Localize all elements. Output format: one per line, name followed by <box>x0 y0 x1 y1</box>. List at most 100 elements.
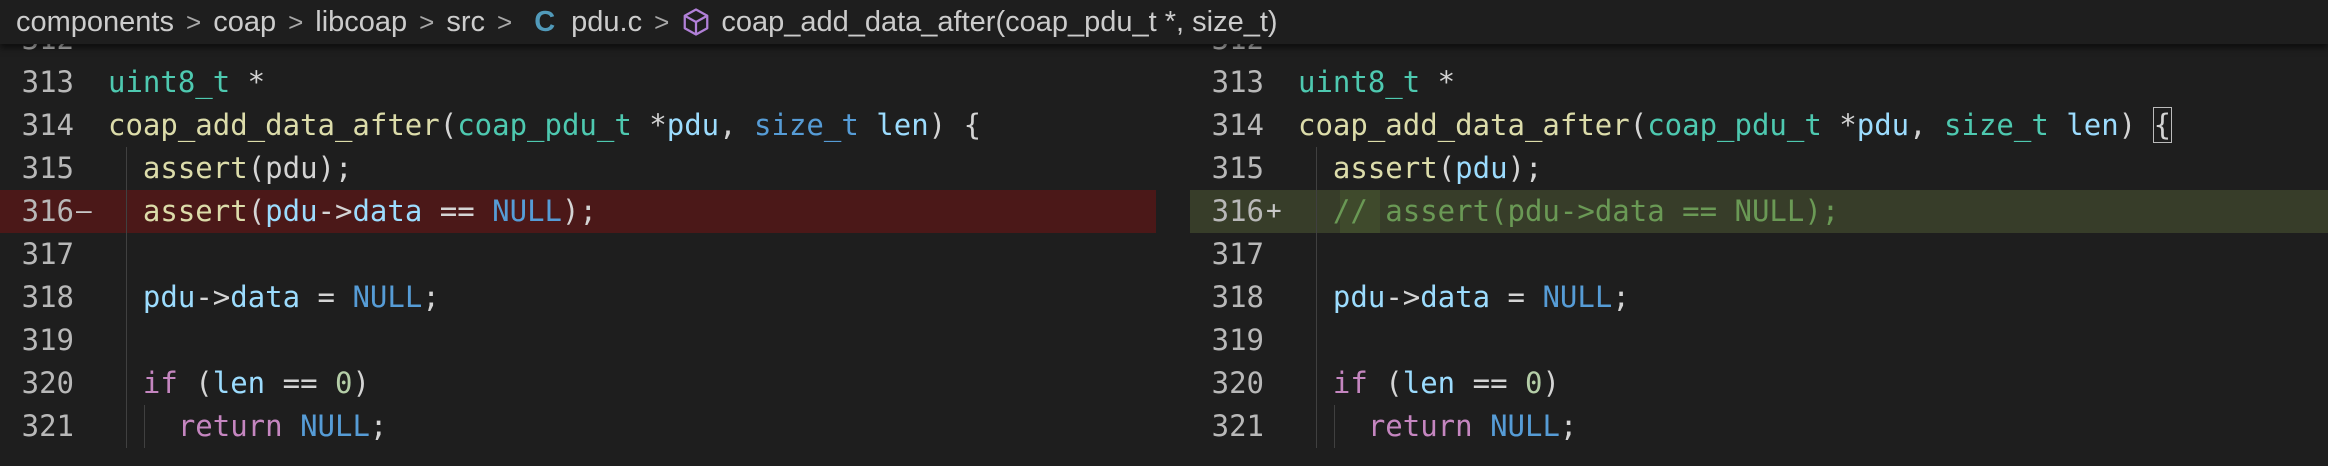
code-line[interactable]: 314 coap_add_data_after(coap_pdu_t *pdu, … <box>1190 104 2328 147</box>
line-number: 319 <box>1211 323 1264 357</box>
code-token: ( <box>1367 366 1403 400</box>
code-text[interactable]: assert(pdu); <box>1298 147 1543 190</box>
breadcrumb-item-components[interactable]: components <box>16 6 174 39</box>
code-token: ; <box>422 280 440 314</box>
code-line[interactable]: 315 assert(pdu); <box>1190 147 2328 190</box>
chevron-right-icon: > <box>419 6 435 37</box>
chevron-right-icon: > <box>497 6 513 37</box>
code-token: 0 <box>335 366 353 400</box>
code-line[interactable]: 314 coap_add_data_after(coap_pdu_t *pdu, … <box>0 104 1156 147</box>
breadcrumb-item-libcoap[interactable]: libcoap <box>315 6 407 39</box>
code-line[interactable]: 320 if (len == 0) <box>1190 362 2328 405</box>
code-token: if <box>142 366 178 400</box>
code-line[interactable]: 318 pdu->data = NULL; <box>0 276 1156 319</box>
c-file-icon: C <box>534 5 556 38</box>
code-token: coap_pdu_t <box>1647 108 1822 142</box>
code-token: pdu <box>666 108 720 142</box>
diff-line-removed[interactable]: 316— assert(pdu->data == NULL); <box>0 190 1156 233</box>
code-token: // assert(pdu->data == NULL); <box>1332 194 1840 228</box>
code-line[interactable]: 313 uint8_t * <box>1190 61 2328 104</box>
code-token: data <box>352 194 423 228</box>
code-token: len <box>2066 108 2119 142</box>
line-number: 320 <box>21 366 74 400</box>
code-line[interactable]: 320 if (len == 0) <box>0 362 1156 405</box>
line-number: 320 <box>1211 366 1264 400</box>
code-text[interactable]: uint8_t * <box>108 61 265 104</box>
code-token: , <box>719 108 755 142</box>
diff-pane-original[interactable]: 312 313 uint8_t *314coap_add_data_after(co… <box>0 44 1156 466</box>
code-line[interactable]: 321 return NULL; <box>0 405 1156 448</box>
code-text[interactable]: pdu->data = NULL; <box>1298 276 1630 319</box>
breadcrumb-item-function[interactable]: coap_add_data_after(coap_pdu_t *, size_t… <box>721 6 1277 39</box>
code-token: ); <box>1507 151 1543 185</box>
code-line[interactable]: 312 <box>0 44 1156 61</box>
code-text[interactable]: return NULL; <box>1298 405 1578 448</box>
code-token: assert <box>142 151 248 185</box>
code-text[interactable]: // assert(pdu->data == NULL); <box>1298 190 1839 233</box>
indent-guide <box>1316 147 1317 448</box>
code-text[interactable]: assert(pdu->data == NULL); <box>108 190 597 233</box>
code-token: NULL <box>1542 280 1613 314</box>
code-line[interactable]: 321 return NULL; <box>1190 405 2328 448</box>
line-number: 315 <box>21 151 74 185</box>
code-token: assert <box>142 194 248 228</box>
code-token: NULL <box>300 409 370 443</box>
line-number: 318 <box>21 280 74 314</box>
line-number: 317 <box>1211 237 1264 271</box>
code-token: ( <box>247 194 266 228</box>
breadcrumb-item-src[interactable]: src <box>446 6 485 39</box>
breadcrumb-item-coap[interactable]: coap <box>213 6 276 39</box>
indent-guide <box>1334 405 1335 448</box>
code-text[interactable]: assert(pdu); <box>108 147 353 190</box>
line-number: 313 <box>21 65 74 99</box>
code-token: * <box>1420 65 1456 99</box>
code-token: data <box>1420 280 1491 314</box>
code-token: = <box>300 280 353 314</box>
code-token: == <box>265 366 335 400</box>
code-token: data <box>230 280 301 314</box>
method-cube-icon <box>683 8 709 36</box>
code-text[interactable]: pdu->data = NULL; <box>108 276 440 319</box>
breadcrumb-item-file[interactable]: pdu.c <box>571 6 642 39</box>
code-token: uint8_t <box>1298 65 1421 99</box>
line-number: 312 <box>1190 44 1264 61</box>
code-text[interactable]: coap_add_data_after(coap_pdu_t *pdu, siz… <box>108 104 981 147</box>
code-line[interactable]: 319 <box>1190 319 2328 362</box>
code-token: -> <box>1385 280 1421 314</box>
breadcrumb: components > coap > libcoap > src > C pd… <box>0 0 2328 44</box>
line-number: 313 <box>1211 65 1264 99</box>
code-token: size_t <box>1944 108 2049 142</box>
line-number: 321 <box>1211 409 1264 443</box>
diff-pane-divider[interactable] <box>1156 44 1190 466</box>
code-token: , <box>1909 108 1945 142</box>
code-token: ; <box>1612 280 1630 314</box>
code-line[interactable]: 315 assert(pdu); <box>0 147 1156 190</box>
added-marker-icon: + <box>1266 196 1282 226</box>
code-token: ) <box>1542 366 1560 400</box>
code-text[interactable]: uint8_t * <box>1298 61 1455 104</box>
line-number: 321 <box>21 409 74 443</box>
code-line[interactable]: 317 <box>0 233 1156 276</box>
code-token: (pdu); <box>247 151 353 185</box>
code-token: ( <box>1437 151 1456 185</box>
code-line[interactable]: 317 <box>1190 233 2328 276</box>
code-line[interactable]: 319 <box>0 319 1156 362</box>
code-text[interactable]: if (len == 0) <box>108 362 370 405</box>
diff-line-added[interactable]: 316 + // assert(pdu->data == NULL); <box>1190 190 2328 233</box>
code-line[interactable]: 312 <box>1190 44 2328 61</box>
code-token: NULL <box>492 194 562 228</box>
diff-pane-modified[interactable]: 312313uint8_t *314coap_add_data_after(co… <box>1190 44 2328 466</box>
line-number: 317 <box>21 237 74 271</box>
removed-marker-icon: — <box>76 196 92 226</box>
code-text[interactable]: return NULL; <box>108 405 388 448</box>
code-token: { <box>2152 107 2173 143</box>
code-token: return <box>1367 409 1473 443</box>
code-text[interactable]: if (len == 0) <box>1298 362 1560 405</box>
code-line[interactable]: 313 uint8_t * <box>0 61 1156 104</box>
code-token: ) <box>2118 108 2154 142</box>
code-line[interactable]: 318 pdu->data = NULL; <box>1190 276 2328 319</box>
code-text[interactable]: coap_add_data_after(coap_pdu_t *pdu, siz… <box>1298 104 2173 147</box>
